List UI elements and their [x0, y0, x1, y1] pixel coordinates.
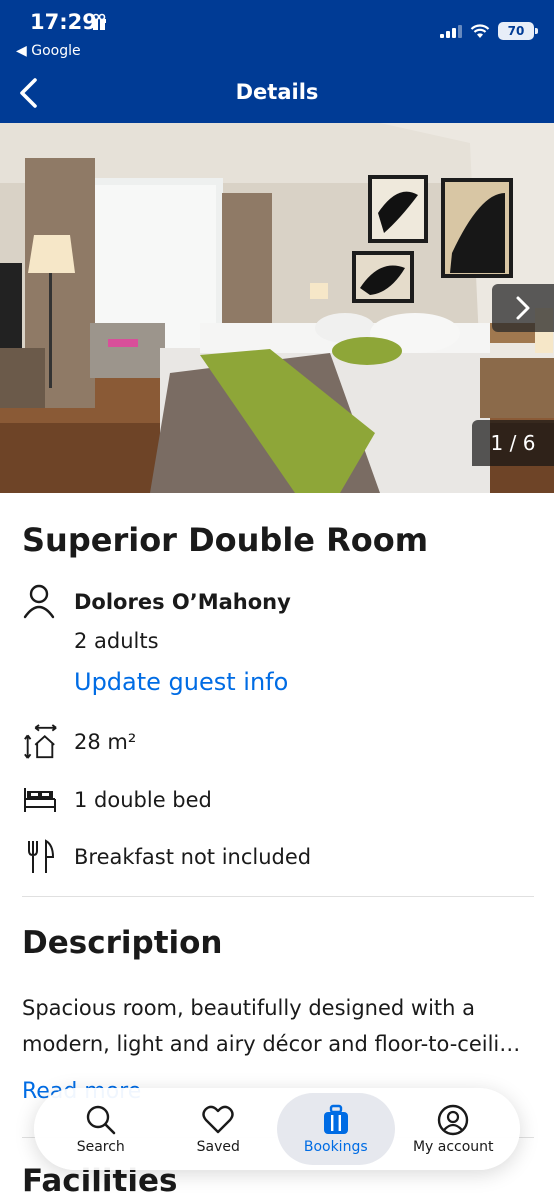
- nav-saved-label: Saved: [196, 1139, 240, 1155]
- nav-bookings-label: Bookings: [303, 1139, 368, 1155]
- status-indicators: 70: [440, 22, 538, 40]
- person-icon: [23, 584, 55, 619]
- bed-icon: [24, 788, 56, 812]
- next-photo-button[interactable]: [492, 284, 554, 332]
- photo-counter: 1 / 6: [472, 420, 554, 466]
- nav-search[interactable]: Search: [42, 1093, 160, 1165]
- divider: [22, 896, 534, 897]
- suitcase-icon: [323, 1104, 348, 1134]
- search-icon: [86, 1105, 116, 1135]
- room-title: Superior Double Room: [22, 521, 429, 559]
- gift-icon: [92, 13, 106, 30]
- back-to-app-link[interactable]: ◀ Google: [16, 43, 81, 59]
- chevron-right-icon: [516, 296, 530, 320]
- room-photo: [0, 123, 554, 493]
- description-line-2: modern, light and airy décor and floor-t…: [22, 1032, 521, 1056]
- guest-count: 2 adults: [74, 629, 159, 653]
- nav-search-label: Search: [76, 1139, 125, 1155]
- nav-bookings[interactable]: Bookings: [277, 1093, 395, 1165]
- nav-my-account[interactable]: My account: [395, 1093, 513, 1165]
- top-bar: 17:29 ◀ Google 70 Details: [0, 0, 554, 123]
- nav-saved[interactable]: Saved: [160, 1093, 278, 1165]
- room-photo-gallery[interactable]: 1 / 6: [0, 123, 554, 493]
- account-icon: [438, 1104, 469, 1136]
- room-size-row: 28 m²: [22, 723, 136, 761]
- room-size-icon: [24, 724, 57, 759]
- wifi-icon: [470, 23, 490, 38]
- description-heading: Description: [22, 925, 223, 961]
- heart-icon: [202, 1105, 234, 1134]
- bed-type: 1 double bed: [74, 788, 212, 812]
- breakfast-info: Breakfast not included: [74, 845, 312, 869]
- bottom-navigation: Search Saved Bookings My account: [34, 1088, 520, 1170]
- nav-my-account-label: My account: [412, 1139, 494, 1155]
- cellular-signal-icon: [440, 24, 462, 38]
- guest-name: Dolores O’Mahony: [74, 590, 291, 614]
- battery-indicator: 70: [498, 22, 538, 40]
- description-line-1: Spacious room, beautifully designed with…: [22, 996, 476, 1020]
- page-title: Details: [235, 80, 319, 104]
- bed-row: 1 double bed: [22, 781, 212, 819]
- fork-knife-icon: [28, 839, 55, 873]
- update-guest-info-link[interactable]: Update guest info: [74, 668, 288, 696]
- description-text: Spacious room, beautifully designed with…: [22, 990, 534, 1062]
- room-size: 28 m²: [74, 730, 137, 754]
- status-time: 17:29: [30, 10, 97, 34]
- breakfast-row: Breakfast not included: [22, 838, 311, 876]
